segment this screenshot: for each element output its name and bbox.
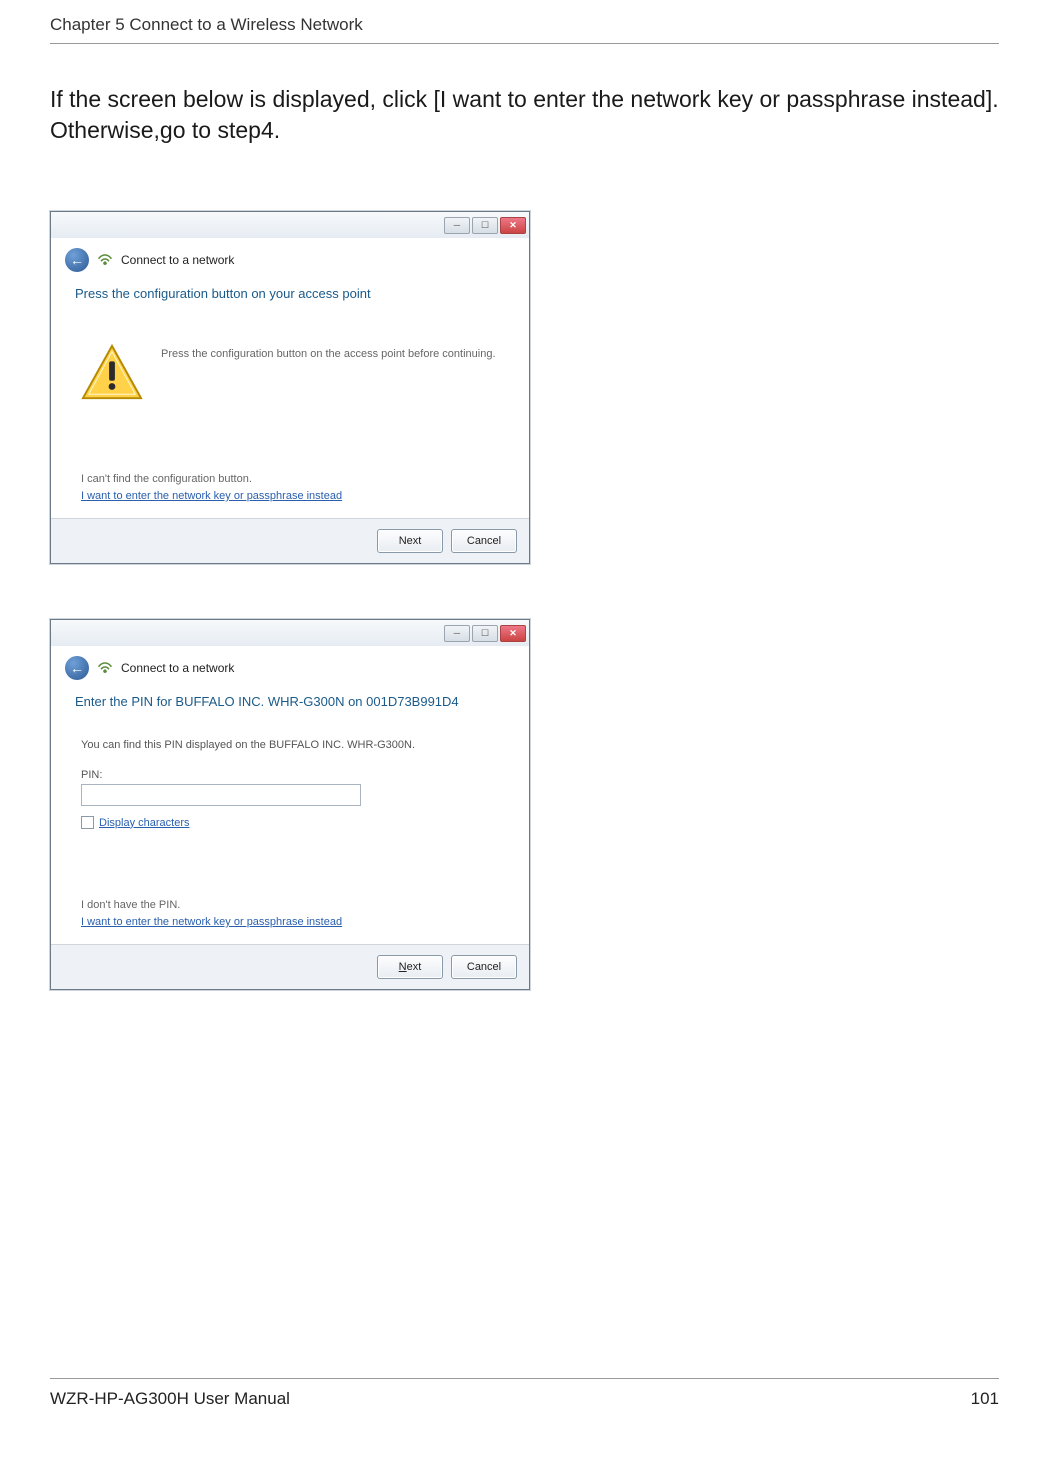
instruction-text: If the screen below is displayed, click … [50, 84, 999, 146]
dialog-heading: Press the configuration button on your a… [51, 278, 529, 313]
dialog-content: Press the configuration button on the ac… [51, 313, 529, 473]
maximize-button[interactable]: ☐ [472, 217, 498, 234]
chapter-title: Chapter 5 Connect to a Wireless Network [50, 15, 999, 35]
dialog-content: You can find this PIN displayed on the B… [51, 721, 529, 899]
warning-icon [81, 343, 143, 401]
display-characters-checkbox[interactable] [81, 816, 94, 829]
dialog-footer: Next Cancel [51, 944, 529, 989]
help-text: I can't find the configuration button. [81, 473, 499, 485]
dialog-nav: ← Connect to a network [51, 646, 529, 686]
dialog-enter-pin: ─ ☐ ✕ ← Connect to a network Enter the P… [50, 619, 530, 990]
dialog-title: Connect to a network [121, 253, 234, 267]
next-button[interactable]: Next [377, 529, 443, 553]
manual-title: WZR-HP-AG300H User Manual [50, 1389, 290, 1409]
network-icon [97, 252, 113, 268]
help-block: I don't have the PIN. I want to enter th… [51, 899, 529, 944]
display-characters-row: Display characters [81, 816, 499, 829]
back-button[interactable]: ← [65, 248, 89, 272]
minimize-button[interactable]: ─ [444, 217, 470, 234]
header-divider: Chapter 5 Connect to a Wireless Network [50, 15, 999, 44]
minimize-button[interactable]: ─ [444, 625, 470, 642]
help-block: I can't find the configuration button. I… [51, 473, 529, 518]
dialog-heading: Enter the PIN for BUFFALO INC. WHR-G300N… [51, 686, 529, 721]
titlebar: ─ ☐ ✕ [51, 212, 529, 238]
arrow-left-icon: ← [70, 660, 84, 676]
page-footer: WZR-HP-AG300H User Manual 101 [50, 1378, 999, 1409]
cancel-button[interactable]: Cancel [451, 529, 517, 553]
close-button[interactable]: ✕ [500, 217, 526, 234]
dialog-nav: ← Connect to a network [51, 238, 529, 278]
enter-key-link[interactable]: I want to enter the network key or passp… [81, 490, 342, 502]
pin-instruction: You can find this PIN displayed on the B… [81, 739, 499, 751]
dialog-footer: Next Cancel [51, 518, 529, 563]
network-icon [97, 660, 113, 676]
dialog-title: Connect to a network [121, 661, 234, 675]
page-number: 101 [971, 1389, 999, 1409]
next-button[interactable]: Next [377, 955, 443, 979]
enter-key-link[interactable]: I want to enter the network key or passp… [81, 916, 342, 928]
help-text: I don't have the PIN. [81, 899, 499, 911]
warning-text: Press the configuration button on the ac… [161, 343, 496, 362]
warning-row: Press the configuration button on the ac… [81, 331, 499, 431]
maximize-button[interactable]: ☐ [472, 625, 498, 642]
dialog-wps-button: ─ ☐ ✕ ← Connect to a network Press the c… [50, 211, 530, 564]
pin-label: PIN: [81, 769, 499, 781]
display-characters-label: Display characters [99, 817, 189, 829]
arrow-left-icon: ← [70, 252, 84, 268]
back-button[interactable]: ← [65, 656, 89, 680]
close-button[interactable]: ✕ [500, 625, 526, 642]
cancel-button[interactable]: Cancel [451, 955, 517, 979]
titlebar: ─ ☐ ✕ [51, 620, 529, 646]
pin-input[interactable] [81, 784, 361, 806]
